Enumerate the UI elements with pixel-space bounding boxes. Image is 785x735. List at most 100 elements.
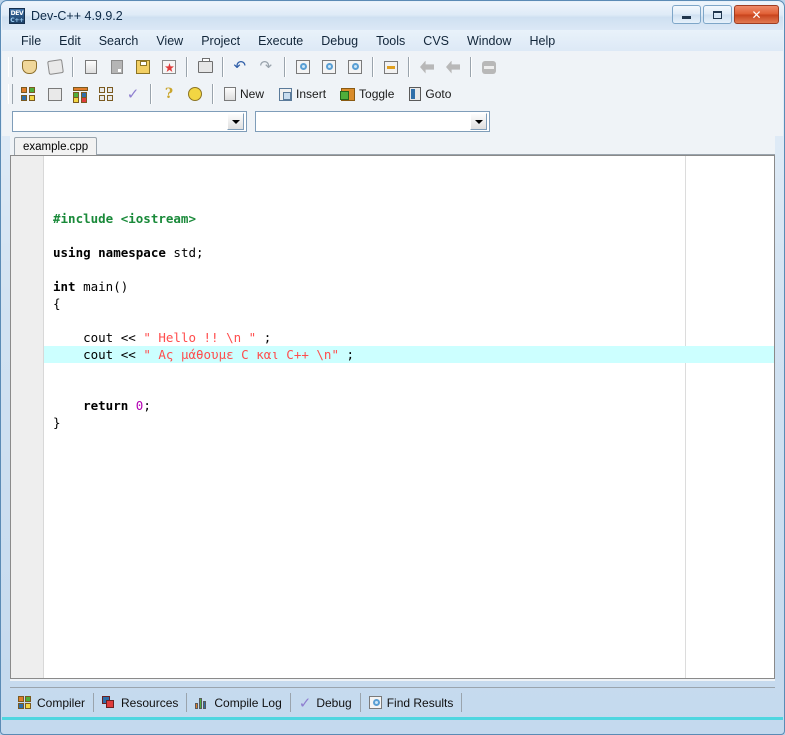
code-line[interactable] bbox=[44, 227, 774, 244]
code-line[interactable]: cout << " Ας μάθουμε C και C++ \n" ; bbox=[44, 346, 774, 363]
bottom-tab-find-results[interactable]: Find Results bbox=[361, 693, 463, 712]
menu-debug[interactable]: Debug bbox=[312, 32, 367, 50]
code-line[interactable]: #include <iostream> bbox=[44, 210, 774, 227]
bottom-tabstrip: Compiler Resources Compile Log ✓ Debug F… bbox=[10, 687, 775, 714]
open-file-button[interactable] bbox=[105, 56, 129, 79]
minimize-button[interactable] bbox=[672, 5, 701, 24]
new-source-file-icon bbox=[85, 60, 97, 74]
goto-button[interactable]: Goto bbox=[404, 83, 459, 106]
bottom-tab-debug[interactable]: ✓ Debug bbox=[291, 693, 361, 712]
goto-line-button[interactable] bbox=[379, 56, 403, 79]
menu-tools[interactable]: Tools bbox=[367, 32, 414, 50]
member-browser-combo[interactable] bbox=[255, 111, 490, 132]
about-button[interactable] bbox=[183, 83, 207, 106]
editor-gutter[interactable] bbox=[11, 156, 44, 678]
code-line[interactable]: return 0; bbox=[44, 397, 774, 414]
save-all-button[interactable] bbox=[157, 56, 181, 79]
code-line[interactable] bbox=[44, 380, 774, 397]
insert-button[interactable]: Insert bbox=[274, 83, 334, 106]
debug-check-button[interactable]: ✓ bbox=[121, 83, 145, 106]
find-results-icon bbox=[368, 696, 382, 709]
rebuild-all-button[interactable] bbox=[95, 83, 119, 106]
chevron-down-icon[interactable] bbox=[470, 113, 487, 130]
bottom-tab-resources-label: Resources bbox=[121, 695, 179, 710]
help-button[interactable]: ? bbox=[157, 83, 181, 106]
run-button[interactable] bbox=[43, 83, 67, 106]
secondary-toolbar: ✓ ? New Insert Toggle Goto bbox=[8, 81, 783, 107]
resources-icon bbox=[102, 696, 116, 709]
toolbar-separator bbox=[284, 57, 286, 77]
open-project-button[interactable] bbox=[43, 56, 67, 79]
compile-log-icon bbox=[195, 696, 209, 709]
code-token: " Ας μάθουμε C και C++ \n" bbox=[143, 347, 339, 362]
dev-cpp-icon: DEV C++ bbox=[9, 8, 25, 24]
chevron-down-icon[interactable] bbox=[227, 113, 244, 130]
menu-execute[interactable]: Execute bbox=[249, 32, 312, 50]
code-editor[interactable]: #include <iostream> using namespace std;… bbox=[10, 155, 775, 679]
print-button[interactable] bbox=[193, 56, 217, 79]
code-line[interactable]: int main() bbox=[44, 278, 774, 295]
toolbar-grip[interactable] bbox=[8, 84, 13, 104]
maximize-icon bbox=[713, 10, 722, 19]
bottom-tab-compile-log[interactable]: Compile Log bbox=[187, 693, 291, 712]
bottom-tab-resources[interactable]: Resources bbox=[94, 693, 188, 712]
editor-area: example.cpp #include <iostream> using na… bbox=[10, 136, 775, 681]
compile-button[interactable] bbox=[17, 83, 41, 106]
toolbar-area: ↶ ↷ ✓ ? New Insert Toggle Goto bbox=[2, 51, 783, 136]
class-browser-combo[interactable] bbox=[12, 111, 247, 132]
replace-button[interactable] bbox=[343, 56, 367, 79]
replace-icon bbox=[348, 60, 362, 74]
prev-bookmark-button[interactable] bbox=[415, 56, 439, 79]
status-accent-line bbox=[2, 717, 783, 720]
code-token: } bbox=[53, 415, 61, 430]
application-window: DEV C++ Dev-C++ 4.9.9.2 ✕ File Edit Searc… bbox=[0, 0, 785, 735]
editor-tabstrip: example.cpp bbox=[10, 136, 775, 155]
help-icon: ? bbox=[164, 86, 174, 102]
toolbar-separator bbox=[212, 84, 214, 104]
find-button[interactable] bbox=[291, 56, 315, 79]
code-line[interactable]: cout << " Hello !! \n " ; bbox=[44, 329, 774, 346]
editor-tab-example-cpp[interactable]: example.cpp bbox=[14, 137, 98, 155]
bottom-tab-find-results-label: Find Results bbox=[386, 695, 454, 710]
new-project-button[interactable] bbox=[17, 56, 41, 79]
bottom-tab-compiler[interactable]: Compiler bbox=[10, 693, 95, 712]
maximize-button[interactable] bbox=[703, 5, 732, 24]
menu-file[interactable]: File bbox=[12, 32, 50, 50]
code-token: ; bbox=[143, 398, 151, 413]
menu-help[interactable]: Help bbox=[520, 32, 564, 50]
close-icon: ✕ bbox=[751, 7, 762, 22]
redo-button[interactable]: ↷ bbox=[255, 56, 279, 79]
find-icon bbox=[296, 60, 310, 74]
debug-check-icon: ✓ bbox=[126, 85, 140, 103]
undo-icon: ↶ bbox=[233, 57, 247, 75]
find-next-button[interactable] bbox=[317, 56, 341, 79]
menu-project[interactable]: Project bbox=[192, 32, 249, 50]
new-bookmark-button[interactable]: New bbox=[219, 83, 272, 106]
code-token: { bbox=[53, 296, 61, 311]
title-bar: DEV C++ Dev-C++ 4.9.9.2 ✕ bbox=[2, 2, 783, 30]
window-controls: ✕ bbox=[672, 5, 779, 24]
undo-button[interactable]: ↶ bbox=[229, 56, 253, 79]
next-bookmark-button[interactable] bbox=[441, 56, 465, 79]
menu-cvs[interactable]: CVS bbox=[414, 32, 458, 50]
code-line[interactable]: } bbox=[44, 414, 774, 431]
save-button[interactable] bbox=[131, 56, 155, 79]
menu-window[interactable]: Window bbox=[458, 32, 520, 50]
menu-view[interactable]: View bbox=[147, 32, 192, 50]
toolbar-grip[interactable] bbox=[8, 57, 13, 77]
code-line[interactable] bbox=[44, 261, 774, 278]
stop-button[interactable] bbox=[477, 56, 501, 79]
menu-search[interactable]: Search bbox=[90, 32, 148, 50]
code-line[interactable] bbox=[44, 363, 774, 380]
code-line[interactable] bbox=[44, 312, 774, 329]
toggle-button[interactable]: Toggle bbox=[336, 83, 402, 106]
new-source-button[interactable] bbox=[79, 56, 103, 79]
code-token: int bbox=[53, 279, 76, 294]
code-content[interactable]: #include <iostream> using namespace std;… bbox=[44, 156, 774, 678]
compile-run-button[interactable] bbox=[69, 83, 93, 106]
menu-edit[interactable]: Edit bbox=[50, 32, 90, 50]
code-line[interactable]: using namespace std; bbox=[44, 244, 774, 261]
code-line[interactable]: { bbox=[44, 295, 774, 312]
close-button[interactable]: ✕ bbox=[734, 5, 779, 24]
